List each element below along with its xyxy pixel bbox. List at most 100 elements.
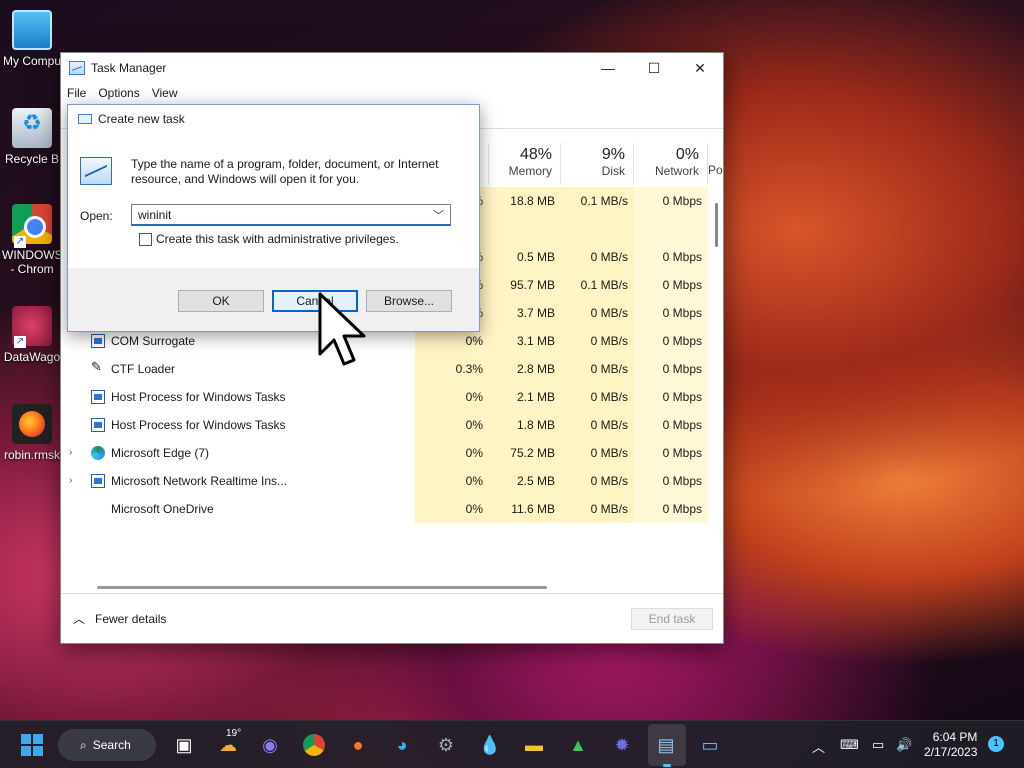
task-manager-large-icon [80, 157, 112, 185]
network-cell: 0 Mbps [634, 327, 708, 355]
leaf-drop-icon[interactable]: ▲ [562, 729, 594, 761]
disk-cell: 0 MB/s [561, 355, 634, 383]
process-name: Host Process for Windows Tasks [111, 390, 286, 404]
dialog-title-bar[interactable]: Create new task [68, 105, 479, 133]
desktop-icon-robin[interactable]: robin.rmsk [0, 404, 64, 462]
weather-temperature: 19° [226, 728, 242, 739]
menu-view[interactable]: View [152, 86, 178, 100]
cpu-cell: 0% [415, 383, 489, 411]
network-cell: 0 Mbps [634, 439, 708, 467]
desktop-icon-recycle-bin[interactable]: Recycle B [0, 108, 64, 166]
admin-privileges-checkbox[interactable]: Create this task with administrative pri… [139, 232, 399, 246]
notification-badge[interactable]: 1 [988, 736, 1004, 752]
chevron-down-icon[interactable]: ﹀ [433, 207, 444, 223]
edge-taskbar-icon[interactable]: ◕ [386, 729, 418, 761]
fewer-details-button[interactable]: ︿ Fewer details [73, 610, 166, 627]
process-row[interactable]: › Microsoft Network Realtime Ins... 0% 2.5 … [61, 467, 709, 495]
shortcut-arrow-icon: ↗ [14, 236, 26, 248]
run-taskbar-icon[interactable]: ▭ [694, 729, 726, 761]
disk-cell: 0 MB/s [561, 327, 634, 355]
process-row[interactable]: Host Process for Windows Tasks 0% 2.1 MB 0 … [61, 383, 709, 411]
active-app-indicator [663, 764, 671, 767]
water-drop-icon[interactable]: 💧 [474, 729, 506, 761]
chrome-taskbar-icon[interactable] [298, 729, 330, 761]
disk-cell: 0 MB/s [561, 411, 634, 439]
network-icon[interactable]: ▭ [872, 737, 884, 753]
task-view-icon[interactable]: ▣ [168, 729, 200, 761]
memory-cell: 0.5 MB [489, 243, 561, 271]
chat-icon[interactable]: ◉ [254, 729, 286, 761]
disk-cell: 0 MB/s [561, 495, 634, 523]
maximize-button[interactable]: ☐ [631, 53, 677, 83]
process-name: COM Surrogate [111, 334, 196, 348]
task-manager-icon [69, 61, 85, 75]
pen-icon [91, 359, 105, 376]
firefox-taskbar-icon[interactable]: ● [342, 729, 374, 761]
menu-file[interactable]: File [67, 86, 86, 100]
disk-cell: 0.1 MB/s [561, 187, 634, 215]
disk-cell: 0 MB/s [561, 439, 634, 467]
settings-icon[interactable]: ⚙ [430, 729, 462, 761]
process-row[interactable]: › Microsoft Edge (7) 0% 75.2 MB 0 MB/s 0 Mbps [61, 439, 709, 467]
network-cell: 0 Mbps [634, 411, 708, 439]
disk-cell: 0 MB/s [561, 299, 634, 327]
process-icon [91, 418, 105, 432]
network-cell: 0 Mbps [634, 355, 708, 383]
network-app-icon[interactable]: ✹ [606, 729, 638, 761]
search-label: Search [92, 738, 131, 752]
column-header-network[interactable]: 0% Network [634, 143, 708, 185]
admin-privileges-label: Create this task with administrative pri… [156, 232, 399, 246]
file-explorer-icon[interactable]: ▬ [518, 729, 550, 761]
end-task-button[interactable]: End task [631, 608, 713, 630]
checkbox-box[interactable] [139, 232, 152, 246]
minimize-button[interactable]: — [585, 53, 631, 83]
fewer-details-label: Fewer details [95, 611, 167, 626]
footer: ︿ Fewer details End task [61, 593, 723, 643]
open-input-value[interactable]: wininit [138, 208, 171, 222]
clock[interactable]: 6:04 PM 2/17/2023 [924, 730, 977, 760]
task-manager-taskbar-icon[interactable]: ▤ [650, 729, 682, 761]
title-bar[interactable]: Task Manager — ☐ ✕ [61, 53, 723, 83]
volume-icon[interactable]: 🔊 [896, 737, 912, 753]
expand-chevron-icon[interactable]: › [69, 447, 72, 458]
memory-cell [489, 215, 561, 243]
memory-cell: 3.1 MB [489, 327, 561, 355]
time: 6:04 PM [932, 730, 978, 744]
run-icon [78, 114, 92, 124]
process-row[interactable]: Host Process for Windows Tasks 0% 1.8 MB 0 … [61, 411, 709, 439]
edge-icon [91, 446, 105, 460]
column-header-power[interactable]: Po [708, 143, 724, 185]
horizontal-scrollbar[interactable] [97, 586, 547, 589]
process-row[interactable]: CTF Loader 0.3%2.8 MB0 MB/s0 Mbps [61, 355, 709, 383]
expand-chevron-icon[interactable]: › [69, 475, 72, 486]
desktop-icon-datawagon[interactable]: ↗ DataWago [0, 306, 64, 364]
disk-label: Disk [601, 164, 625, 178]
date: 2/17/2023 [924, 745, 978, 759]
memory-cell: 2.1 MB [489, 383, 561, 411]
start-button[interactable] [16, 729, 48, 761]
menu-options[interactable]: Options [98, 86, 139, 100]
memory-cell: 18.8 MB [489, 187, 561, 215]
shortcut-arrow-icon: ↗ [14, 336, 26, 348]
cpu-cell: 0% [415, 439, 489, 467]
memory-cell: 11.6 MB [489, 495, 561, 523]
ok-button[interactable]: OK [178, 290, 264, 312]
browse-button[interactable]: Browse... [366, 290, 452, 312]
search-box[interactable]: ⌕ Search [58, 729, 156, 761]
process-row[interactable]: Microsoft OneDrive 0% 11.6 MB 0 MB/s 0 Mbps [61, 495, 709, 523]
show-hidden-icons-icon[interactable]: ︿ [812, 737, 825, 756]
process-icon [91, 334, 105, 348]
taskbar: ⌕ Search ▣ ☁ 19° ◉ ● ◕ ⚙ 💧 ▬ ▲ ✹ ▤ ▭ ︿ ⌨… [0, 720, 1024, 768]
column-header-disk[interactable]: 9% Disk [561, 143, 634, 185]
disk-cell: 0 MB/s [561, 383, 634, 411]
keyboard-icon[interactable]: ⌨ [840, 737, 859, 753]
desktop-icon-my-computer[interactable]: My Compu [0, 10, 64, 68]
network-cell: 0 Mbps [634, 299, 708, 327]
vertical-scrollbar[interactable] [715, 203, 718, 247]
memory-cell: 95.7 MB [489, 271, 561, 299]
desktop-icon-label: robin.rmsk [3, 448, 60, 462]
desktop-icon-chrome-shortcut[interactable]: ↗ WINDOWS - Chrom [0, 204, 64, 276]
close-button[interactable]: ✕ [677, 53, 723, 83]
open-combobox[interactable]: wininit ﹀ [131, 204, 451, 226]
column-header-memory[interactable]: 48% Memory [489, 143, 561, 185]
